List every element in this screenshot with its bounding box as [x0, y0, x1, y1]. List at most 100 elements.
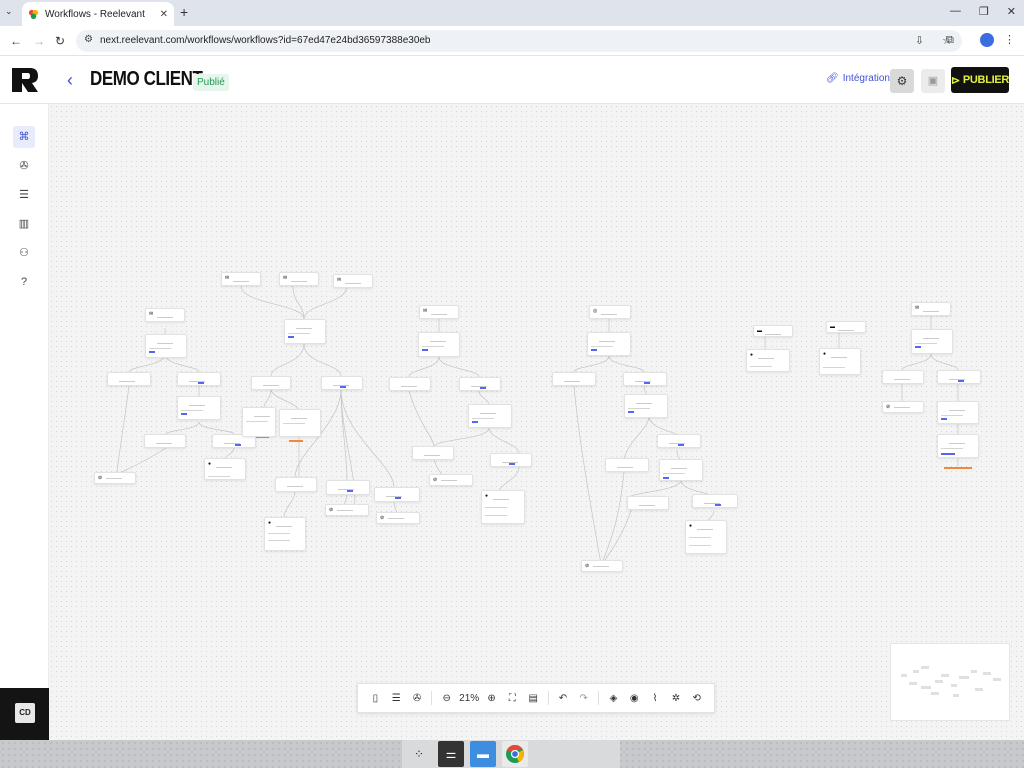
workflow-node[interactable]: [623, 372, 667, 386]
sidebar-item-users[interactable]: ⚇: [13, 242, 35, 264]
mobile-preview-button[interactable]: ▯: [365, 687, 386, 709]
workflow-node[interactable]: ⊘: [581, 560, 623, 572]
sidebar-item-analytics[interactable]: ▥: [13, 213, 35, 235]
auto-layout-button[interactable]: ▤: [523, 687, 544, 709]
workflow-node[interactable]: [605, 458, 649, 472]
workflow-node[interactable]: [145, 334, 187, 358]
workflow-node[interactable]: ▬: [753, 325, 793, 337]
workflow-node[interactable]: ✉: [911, 302, 951, 316]
workflow-node[interactable]: ✉: [279, 272, 319, 286]
publish-button[interactable]: ⊳ PUBLIER: [951, 67, 1009, 93]
zoom-in-button[interactable]: ⊕: [481, 687, 502, 709]
workflow-node[interactable]: [659, 459, 703, 481]
settings-button[interactable]: ⚙: [890, 69, 914, 93]
workflow-node[interactable]: ⊘: [882, 401, 924, 413]
workflow-node[interactable]: [459, 377, 501, 391]
site-info-icon[interactable]: ⚙: [84, 34, 93, 45]
workflow-node[interactable]: ⊘: [94, 472, 136, 484]
redo-button[interactable]: ↷: [573, 687, 594, 709]
workflow-node[interactable]: [242, 407, 276, 437]
workflow-node[interactable]: ●: [204, 458, 246, 480]
workflow-node[interactable]: [624, 394, 668, 418]
workflow-node[interactable]: [692, 494, 738, 508]
forward-icon[interactable]: →: [33, 34, 45, 48]
layers-button[interactable]: ◈: [603, 687, 624, 709]
install-app-icon[interactable]: ⇩: [915, 34, 924, 47]
workflow-node[interactable]: [911, 329, 953, 354]
workflow-node[interactable]: [144, 434, 186, 448]
tab-close-icon[interactable]: ✕: [160, 9, 168, 20]
sidebar-item-help[interactable]: ?: [13, 271, 35, 293]
workflow-node[interactable]: [321, 376, 363, 390]
workflow-node[interactable]: [326, 480, 370, 495]
workflow-node[interactable]: ✉: [145, 308, 185, 322]
workflow-node[interactable]: [279, 409, 321, 437]
data-source-button[interactable]: ☰: [386, 687, 407, 709]
minimize-icon[interactable]: —: [950, 5, 961, 18]
workflow-node[interactable]: ●: [685, 520, 727, 554]
url-text[interactable]: next.reelevant.com/workflows/workflows?i…: [100, 35, 431, 46]
new-tab-button[interactable]: +: [180, 4, 188, 20]
workflow-node[interactable]: [275, 477, 317, 492]
workflow-node[interactable]: [490, 453, 532, 467]
browser-tab[interactable]: Workflows - Reelevant ✕: [22, 2, 174, 26]
workflow-node[interactable]: [937, 370, 981, 384]
workflow-node[interactable]: [374, 487, 420, 502]
workflow-node[interactable]: [107, 372, 151, 386]
workflow-node[interactable]: ⊘: [376, 512, 420, 524]
close-window-icon[interactable]: ✕: [1007, 5, 1016, 18]
workflow-node[interactable]: [587, 332, 631, 356]
debug-button[interactable]: ✲: [665, 687, 686, 709]
workflow-node[interactable]: [412, 446, 454, 460]
workflow-node[interactable]: [177, 396, 221, 420]
workflow-node[interactable]: [937, 401, 979, 424]
stats-button[interactable]: ⌇: [645, 687, 666, 709]
workflow-node[interactable]: ✉: [221, 272, 261, 286]
widget-button[interactable]: ✇: [407, 687, 428, 709]
dock-app-settings[interactable]: ⚌: [438, 741, 464, 767]
canvas-minimap[interactable]: [890, 643, 1010, 721]
sidebar-item-widgets[interactable]: ✇: [13, 155, 35, 177]
fit-view-button[interactable]: ⛶: [502, 687, 523, 709]
dock-app-files[interactable]: ▬: [470, 741, 496, 767]
zoom-out-button[interactable]: ⊖: [436, 687, 457, 709]
dock-app-chrome[interactable]: [502, 741, 528, 767]
workflow-node[interactable]: [657, 434, 701, 448]
workflow-node[interactable]: [937, 434, 979, 458]
url-field[interactable]: ⚙ next.reelevant.com/workflows/workflows…: [76, 30, 962, 52]
workflow-node[interactable]: ●: [819, 348, 861, 375]
sidebar-item-data[interactable]: ☰: [13, 184, 35, 206]
restore-icon[interactable]: ❐: [979, 5, 989, 18]
workflow-node[interactable]: ●: [746, 349, 790, 372]
workflow-node[interactable]: [468, 404, 512, 428]
sidebar-item-workflows[interactable]: ⌘: [13, 126, 35, 148]
save-button[interactable]: ▣: [921, 69, 945, 93]
browser-menu-icon[interactable]: ⋮: [1004, 33, 1015, 46]
audience-button[interactable]: ◉: [624, 687, 645, 709]
dock-app-launcher[interactable]: ⁘: [406, 741, 432, 767]
workflow-canvas[interactable]: ✉ ✉ ✉ ✉ ● ⊘ ⊘ ⊘ ● ✉ ⊘ ● ◎ ● ⊘ ▬ ● ▬ ● ✉ …: [49, 104, 1024, 740]
reelevant-logo[interactable]: [10, 66, 40, 94]
undo-button[interactable]: ↶: [553, 687, 574, 709]
workflow-node[interactable]: [177, 372, 221, 386]
integration-link[interactable]: 🔗︎ Intégration: [826, 73, 890, 84]
workflow-node[interactable]: ●: [264, 517, 306, 551]
back-icon[interactable]: ←: [10, 34, 22, 48]
workflow-node[interactable]: [389, 377, 431, 391]
workflow-node[interactable]: ✉: [333, 274, 373, 288]
tab-search-icon[interactable]: ⌄: [5, 6, 13, 17]
history-button[interactable]: ⟲: [686, 687, 707, 709]
reload-icon[interactable]: ↻: [55, 34, 65, 48]
workflow-node[interactable]: ⊘: [429, 474, 473, 486]
extensions-icon[interactable]: ⧉: [946, 34, 954, 47]
workflow-node[interactable]: [251, 376, 291, 390]
workflow-node[interactable]: [627, 496, 669, 510]
workflow-node[interactable]: ▬: [826, 321, 866, 333]
back-arrow-icon[interactable]: ‹: [67, 70, 73, 91]
workflow-node[interactable]: ●: [481, 490, 525, 524]
user-avatar[interactable]: CD: [15, 703, 35, 723]
workflow-node[interactable]: [418, 332, 460, 357]
workflow-node[interactable]: ⊘: [325, 504, 369, 516]
profile-avatar[interactable]: [980, 33, 994, 47]
workflow-node[interactable]: [552, 372, 596, 386]
